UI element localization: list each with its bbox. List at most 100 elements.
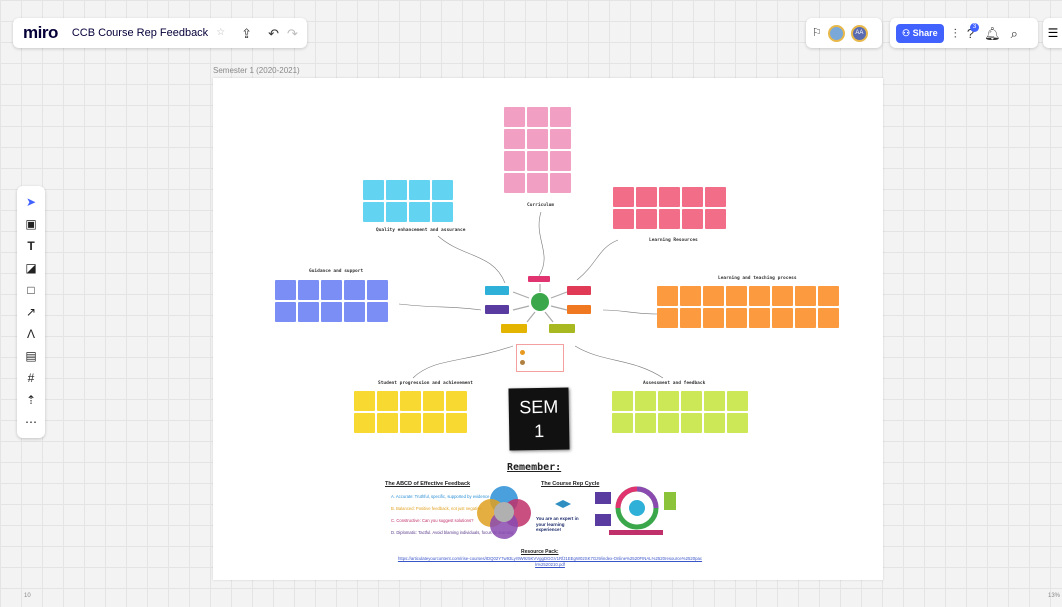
sticky-note[interactable] [658,391,679,411]
sticky-note[interactable] [367,280,388,300]
sticky-note[interactable] [795,308,816,328]
sticky-note[interactable] [680,308,701,328]
sticky-note[interactable] [298,280,319,300]
sticky-note[interactable] [550,151,571,171]
sticky-note[interactable] [749,308,770,328]
sticky-note[interactable] [344,280,365,300]
sticky-note[interactable] [635,391,656,411]
export-icon[interactable]: ⇪ [241,27,252,40]
settings-sliders-icon[interactable]: ⫶ [954,27,957,40]
sticky-note[interactable] [703,308,724,328]
sticky-note[interactable] [818,286,839,306]
sticky-note[interactable] [432,202,453,222]
sticky-note[interactable] [275,280,296,300]
sticky-note[interactable] [367,302,388,322]
sticky-note[interactable] [504,173,525,193]
sticky-note[interactable] [657,286,678,306]
sticky-note[interactable] [680,286,701,306]
hub-diagram[interactable] [481,274,599,336]
sticky-note[interactable] [354,413,375,433]
sticky-note[interactable] [818,308,839,328]
sticky-note[interactable] [636,187,657,207]
sticky-note[interactable] [726,308,747,328]
notes-icon[interactable]: ☰ [1043,18,1062,48]
sticky-note[interactable] [527,173,548,193]
sticky-note[interactable] [386,202,407,222]
sticky-note[interactable] [612,391,633,411]
sticky-note[interactable] [321,280,342,300]
sticky-note[interactable] [704,391,725,411]
zoom-level[interactable]: 13% [1048,593,1060,599]
sticky-note[interactable] [275,302,296,322]
sticky-note[interactable] [703,286,724,306]
sticky-note[interactable] [550,107,571,127]
sticky-note[interactable] [681,391,702,411]
sticky-cluster-learning-teaching[interactable] [657,286,839,328]
upload-icon[interactable]: ⇡ [22,392,40,408]
reactions-icon[interactable]: ⚐ [812,27,822,39]
undo-icon[interactable]: ↶ [268,27,279,40]
sticky-note[interactable] [321,302,342,322]
sticky-note[interactable] [432,180,453,200]
sticky-note[interactable] [727,391,748,411]
sticky-note[interactable] [659,209,680,229]
sticky-note[interactable] [423,391,444,411]
sticky-note[interactable] [504,107,525,127]
sticky-note[interactable] [613,187,634,207]
sticky-note[interactable] [705,209,726,229]
sticky-note[interactable] [636,209,657,229]
sticky-note[interactable] [550,173,571,193]
sticky-note[interactable] [658,413,679,433]
sticky-cluster-guidance[interactable] [275,280,388,322]
sticky-cluster-assessment[interactable] [612,391,748,433]
sticky-cluster-quality[interactable] [363,180,453,222]
shape-icon[interactable]: □ [22,282,40,298]
pen-icon[interactable]: Ʌ [22,326,40,342]
sticky-note[interactable] [409,180,430,200]
frame-title[interactable]: Semester 1 (2020-2021) [213,66,300,75]
sticky-cluster-learning-resources[interactable] [613,187,726,229]
sticky-note[interactable] [446,391,467,411]
sticky-note[interactable] [400,391,421,411]
sticky-note[interactable] [344,302,365,322]
sticky-note[interactable] [386,180,407,200]
sem-sticky-card[interactable]: SEM 1 [508,387,570,451]
board-frame[interactable]: Curriculum Quality enhancement and assur… [213,78,883,580]
sticky-note[interactable] [527,129,548,149]
sticky-note[interactable] [298,302,319,322]
sticky-note[interactable] [795,286,816,306]
redo-icon[interactable]: ↷ [287,27,298,40]
sticky-note[interactable] [377,413,398,433]
sticky-note[interactable] [726,286,747,306]
sticky-note[interactable] [612,413,633,433]
sticky-note[interactable] [657,308,678,328]
sticky-note[interactable] [377,391,398,411]
sticky-note[interactable] [363,180,384,200]
sticky-note[interactable] [704,413,725,433]
sticky-note[interactable] [613,209,634,229]
miro-logo[interactable]: miro [23,23,58,43]
sticky-note[interactable] [682,187,703,207]
sticky-note[interactable] [423,413,444,433]
sticky-cluster-progression[interactable] [354,391,467,433]
sticky-note[interactable] [681,413,702,433]
bell-icon[interactable]: 🔔︎ [984,27,1001,40]
sticky-note[interactable] [749,286,770,306]
avatar[interactable]: AA [850,24,868,42]
select-icon[interactable]: ➤ [22,194,40,210]
sticky-note[interactable] [550,129,571,149]
templates-icon[interactable]: ▣ [22,216,40,232]
sticky-note[interactable] [727,413,748,433]
sticky-note[interactable] [409,202,430,222]
sticky-note[interactable] [354,391,375,411]
sticky-note[interactable] [527,107,548,127]
sticky-note[interactable] [363,202,384,222]
search-icon[interactable]: ⌕ [1011,27,1018,40]
board-title[interactable]: CCB Course Rep Feedback [72,27,208,39]
sticky-note[interactable] [705,187,726,207]
avatar[interactable] [827,24,845,42]
sticky-cluster-curriculum[interactable] [504,107,571,193]
sticky-note[interactable] [446,413,467,433]
connector-icon[interactable]: ↗ [22,304,40,320]
sticky-note[interactable] [635,413,656,433]
